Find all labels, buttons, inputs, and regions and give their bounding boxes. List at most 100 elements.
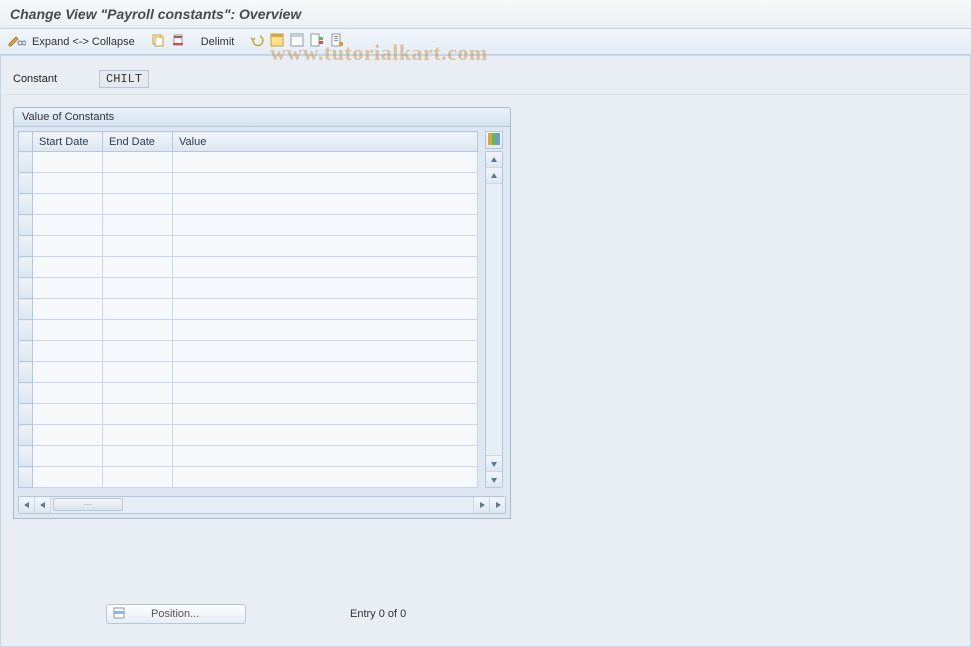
config-button[interactable] [310, 33, 324, 50]
cell-value[interactable] [173, 467, 478, 488]
table-row [19, 383, 478, 404]
row-selector[interactable] [19, 215, 33, 236]
scroll-track[interactable]: ··· [51, 497, 473, 513]
cell-value[interactable] [173, 362, 478, 383]
cell-value[interactable] [173, 152, 478, 173]
vertical-scrollbar[interactable] [485, 151, 503, 488]
cell-end_date[interactable] [103, 152, 173, 173]
cell-end_date[interactable] [103, 362, 173, 383]
pencil-glasses-icon [8, 33, 26, 50]
cell-value[interactable] [173, 446, 478, 467]
cell-end_date[interactable] [103, 446, 173, 467]
table-row [19, 425, 478, 446]
cell-start_date[interactable] [33, 194, 103, 215]
toggle-edit-button[interactable] [8, 33, 26, 50]
row-selector[interactable] [19, 341, 33, 362]
cell-value[interactable] [173, 278, 478, 299]
cell-end_date[interactable] [103, 299, 173, 320]
row-selector[interactable] [19, 320, 33, 341]
cell-start_date[interactable] [33, 257, 103, 278]
row-selector[interactable] [19, 446, 33, 467]
cell-start_date[interactable] [33, 425, 103, 446]
row-selector[interactable] [19, 383, 33, 404]
cell-value[interactable] [173, 320, 478, 341]
print-button[interactable] [330, 33, 344, 50]
expand-collapse-button[interactable]: Expand <-> Collapse [32, 36, 135, 48]
scroll-last-button[interactable] [489, 497, 505, 513]
row-selector[interactable] [19, 299, 33, 320]
cell-value[interactable] [173, 341, 478, 362]
cell-end_date[interactable] [103, 236, 173, 257]
scroll-left-button[interactable] [35, 497, 51, 513]
col-end-date[interactable]: End Date [103, 132, 173, 152]
cell-start_date[interactable] [33, 320, 103, 341]
cell-value[interactable] [173, 383, 478, 404]
row-selector[interactable] [19, 425, 33, 446]
cell-end_date[interactable] [103, 404, 173, 425]
position-button[interactable]: Position... [106, 604, 246, 624]
horizontal-scrollbar[interactable]: ··· [18, 496, 506, 514]
cell-value[interactable] [173, 215, 478, 236]
select-all-button[interactable] [270, 33, 284, 50]
cell-end_date[interactable] [103, 320, 173, 341]
cell-value[interactable] [173, 404, 478, 425]
entry-count: Entry 0 of 0 [350, 608, 406, 620]
cell-end_date[interactable] [103, 194, 173, 215]
cell-value[interactable] [173, 236, 478, 257]
row-selector[interactable] [19, 467, 33, 488]
cell-end_date[interactable] [103, 173, 173, 194]
cell-value[interactable] [173, 299, 478, 320]
cell-end_date[interactable] [103, 215, 173, 236]
cell-value[interactable] [173, 257, 478, 278]
cell-start_date[interactable] [33, 404, 103, 425]
table-row [19, 320, 478, 341]
deselect-all-button[interactable] [290, 33, 304, 50]
table-settings-button[interactable] [485, 131, 503, 149]
cell-start_date[interactable] [33, 362, 103, 383]
cell-start_date[interactable] [33, 341, 103, 362]
cell-start_date[interactable] [33, 152, 103, 173]
cell-value[interactable] [173, 173, 478, 194]
cell-start_date[interactable] [33, 236, 103, 257]
table-row [19, 173, 478, 194]
undo-button[interactable] [250, 33, 264, 50]
col-start-date[interactable]: Start Date [33, 132, 103, 152]
cell-end_date[interactable] [103, 425, 173, 446]
row-selector[interactable] [19, 362, 33, 383]
cell-start_date[interactable] [33, 446, 103, 467]
cell-end_date[interactable] [103, 278, 173, 299]
scroll-right-button[interactable] [473, 497, 489, 513]
cell-end_date[interactable] [103, 383, 173, 404]
delete-button[interactable] [171, 33, 185, 50]
row-selector-header[interactable] [19, 132, 33, 152]
cell-start_date[interactable] [33, 467, 103, 488]
row-selector[interactable] [19, 278, 33, 299]
row-selector[interactable] [19, 236, 33, 257]
constants-table: Start Date End Date Value [18, 131, 478, 488]
row-selector[interactable] [19, 194, 33, 215]
row-selector[interactable] [19, 152, 33, 173]
delimit-button[interactable]: Delimit [201, 36, 235, 48]
scroll-first-button[interactable] [19, 497, 35, 513]
cell-start_date[interactable] [33, 215, 103, 236]
cell-start_date[interactable] [33, 278, 103, 299]
scroll-down-button[interactable] [486, 471, 502, 487]
cell-value[interactable] [173, 194, 478, 215]
cell-start_date[interactable] [33, 299, 103, 320]
row-selector[interactable] [19, 257, 33, 278]
row-selector[interactable] [19, 173, 33, 194]
cell-end_date[interactable] [103, 467, 173, 488]
cell-start_date[interactable] [33, 173, 103, 194]
scroll-up-button[interactable] [486, 152, 502, 168]
col-value[interactable]: Value [173, 132, 478, 152]
cell-end_date[interactable] [103, 341, 173, 362]
table-row [19, 404, 478, 425]
cell-end_date[interactable] [103, 257, 173, 278]
cell-start_date[interactable] [33, 383, 103, 404]
row-selector[interactable] [19, 404, 33, 425]
scroll-down-step-button[interactable] [486, 455, 502, 471]
scroll-up-step-button[interactable] [486, 168, 502, 184]
cell-value[interactable] [173, 425, 478, 446]
copy-button[interactable] [151, 33, 165, 50]
scroll-thumb[interactable]: ··· [53, 498, 123, 511]
